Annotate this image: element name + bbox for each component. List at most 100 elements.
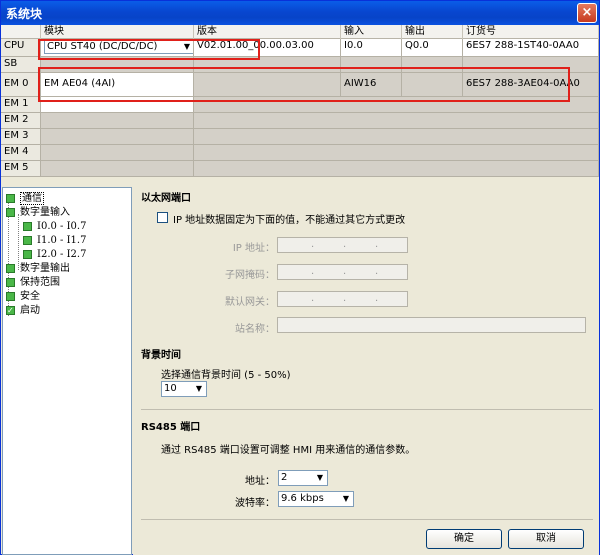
em5-details-cell[interactable] bbox=[194, 161, 599, 177]
header-corner bbox=[1, 25, 41, 39]
dot: . bbox=[343, 266, 347, 277]
tree-item-communication[interactable]: 通信 bbox=[6, 192, 44, 206]
dot: . bbox=[343, 239, 347, 250]
sb-module-cell[interactable] bbox=[41, 57, 194, 73]
module-table: 模块 版本 输入 输出 订货号 CPU CPU ST40 (DC/DC/DC) … bbox=[1, 25, 599, 177]
sb-input-cell[interactable] bbox=[341, 57, 402, 73]
em1-module-cell[interactable] bbox=[41, 97, 194, 113]
chevron-down-icon[interactable]: ▼ bbox=[193, 383, 205, 395]
subnet-label: 子网掩码： bbox=[225, 270, 275, 281]
tree-item-i2[interactable]: I2.0 - I2.7 bbox=[23, 248, 86, 262]
fixed-ip-checkbox[interactable] bbox=[157, 212, 168, 223]
dot: . bbox=[375, 239, 379, 250]
table-header: 模块 版本 输入 输出 订货号 bbox=[1, 25, 599, 39]
table-row-em5[interactable]: EM 5 bbox=[1, 161, 599, 177]
chevron-down-icon[interactable]: ▼ bbox=[340, 493, 352, 505]
tree-label: 保持范围 bbox=[20, 277, 60, 288]
rs485-desc: 通过 RS485 端口设置可调整 HMI 用来通信的通信参数。 bbox=[161, 445, 416, 456]
node-icon bbox=[23, 236, 32, 245]
em0-input-cell[interactable]: AIW16 bbox=[341, 73, 402, 97]
tree-item-digital-input[interactable]: 数字量输入 bbox=[6, 206, 70, 220]
cancel-button[interactable]: 取消 bbox=[508, 529, 584, 549]
sb-order-cell[interactable] bbox=[463, 57, 599, 73]
settings-tree: 通信 数字量输入 I0.0 - I0.7 I1.0 - I1.7 I2.0 - … bbox=[2, 187, 132, 555]
baud-rate-select[interactable]: 9.6 kbps ▼ bbox=[278, 491, 354, 507]
node-icon bbox=[23, 250, 32, 259]
node-icon bbox=[6, 278, 15, 287]
em0-version-cell[interactable] bbox=[194, 73, 341, 97]
row-label: SB bbox=[1, 57, 41, 73]
cpu-output-cell[interactable]: Q0.0 bbox=[402, 39, 463, 57]
table-row-em3[interactable]: EM 3 bbox=[1, 129, 599, 145]
tree-item-retentive[interactable]: 保持范围 bbox=[6, 276, 60, 290]
tree-item-i0[interactable]: I0.0 - I0.7 bbox=[23, 220, 86, 234]
node-icon bbox=[6, 194, 15, 203]
address-value: 2 bbox=[281, 472, 288, 483]
cpu-input-cell[interactable]: I0.0 bbox=[341, 39, 402, 57]
dot: . bbox=[375, 266, 379, 277]
row-label: EM 5 bbox=[1, 161, 41, 177]
dot: . bbox=[343, 293, 347, 304]
header-version: 版本 bbox=[194, 25, 341, 39]
em4-details-cell[interactable] bbox=[194, 145, 599, 161]
table-row-em0[interactable]: EM 0 EM AE04 (4AI) AIW16 6ES7 288-3AE04-… bbox=[1, 73, 599, 97]
dot: . bbox=[311, 239, 315, 250]
dot: . bbox=[375, 293, 379, 304]
sb-version-cell[interactable] bbox=[194, 57, 341, 73]
table-row-em2[interactable]: EM 2 bbox=[1, 113, 599, 129]
tree-item-startup[interactable]: 启动 bbox=[6, 304, 40, 318]
em5-module-cell[interactable] bbox=[41, 161, 194, 177]
rs485-title: RS485 端口 bbox=[141, 422, 201, 433]
row-label: EM 0 bbox=[1, 73, 41, 97]
cpu-version-cell[interactable]: V02.01.00_00.00.03.00 bbox=[194, 39, 341, 57]
table-row-cpu[interactable]: CPU CPU ST40 (DC/DC/DC) ▼ V02.01.00_00.0… bbox=[1, 39, 599, 57]
em0-module-cell[interactable]: EM AE04 (4AI) bbox=[41, 73, 194, 97]
em4-module-cell[interactable] bbox=[41, 145, 194, 161]
tree-label: I1.0 - I1.7 bbox=[37, 235, 87, 246]
chevron-down-icon[interactable]: ▼ bbox=[314, 472, 326, 484]
background-title: 背景时间 bbox=[141, 350, 181, 361]
em3-module-cell[interactable] bbox=[41, 129, 194, 145]
dot: . bbox=[311, 293, 315, 304]
gateway-label: 默认网关： bbox=[225, 297, 275, 308]
ethernet-title: 以太网端口 bbox=[141, 193, 191, 204]
gateway-field[interactable]: . . . bbox=[277, 291, 408, 307]
em2-details-cell[interactable] bbox=[194, 113, 599, 129]
tree-label: I0.0 - I0.7 bbox=[37, 221, 87, 232]
station-name-field[interactable] bbox=[277, 317, 586, 333]
cpu-order-cell[interactable]: 6ES7 288-1ST40-0AA0 bbox=[463, 39, 599, 57]
header-module: 模块 bbox=[41, 25, 194, 39]
table-row-em1[interactable]: EM 1 bbox=[1, 97, 599, 113]
address-label: 地址： bbox=[245, 476, 275, 487]
tree-item-digital-output[interactable]: 数字量输出 bbox=[6, 262, 70, 276]
close-icon[interactable]: × bbox=[577, 3, 597, 23]
ok-button[interactable]: 确定 bbox=[426, 529, 502, 549]
address-select[interactable]: 2 ▼ bbox=[278, 470, 328, 486]
cpu-module-select[interactable]: CPU ST40 (DC/DC/DC) ▼ bbox=[44, 40, 193, 54]
tree-item-security[interactable]: 安全 bbox=[6, 290, 40, 304]
cpu-module-cell[interactable]: CPU ST40 (DC/DC/DC) ▼ bbox=[41, 39, 194, 57]
tree-label: I2.0 - I2.7 bbox=[37, 249, 87, 260]
system-block-window: 系统块 × 模块 版本 输入 输出 订货号 CPU CPU ST40 (DC/D… bbox=[0, 0, 600, 555]
subnet-mask-field[interactable]: . . . bbox=[277, 264, 408, 280]
background-time-select[interactable]: 10 ▼ bbox=[161, 381, 207, 397]
tree-label: 安全 bbox=[20, 291, 40, 302]
em1-details-cell[interactable] bbox=[194, 97, 599, 113]
header-order: 订货号 bbox=[463, 25, 599, 39]
baud-label: 波特率： bbox=[235, 498, 275, 509]
communication-panel: 以太网端口 IP 地址数据固定为下面的值，不能通过其它方式更改 IP 地址： .… bbox=[133, 187, 599, 555]
em2-module-cell[interactable] bbox=[41, 113, 194, 129]
sb-output-cell[interactable] bbox=[402, 57, 463, 73]
title-bar: 系统块 × bbox=[1, 1, 599, 25]
chevron-down-icon[interactable]: ▼ bbox=[181, 41, 193, 53]
em0-output-cell[interactable] bbox=[402, 73, 463, 97]
table-row-sb[interactable]: SB bbox=[1, 57, 599, 73]
em0-order-cell[interactable]: 6ES7 288-3AE04-0AA0 bbox=[463, 73, 599, 97]
tree-item-i1[interactable]: I1.0 - I1.7 bbox=[23, 234, 86, 248]
table-row-em4[interactable]: EM 4 bbox=[1, 145, 599, 161]
ip-address-field[interactable]: . . . bbox=[277, 237, 408, 253]
row-label: EM 2 bbox=[1, 113, 41, 129]
tree-label: 数字量输入 bbox=[20, 207, 70, 218]
row-label: EM 1 bbox=[1, 97, 41, 113]
em3-details-cell[interactable] bbox=[194, 129, 599, 145]
